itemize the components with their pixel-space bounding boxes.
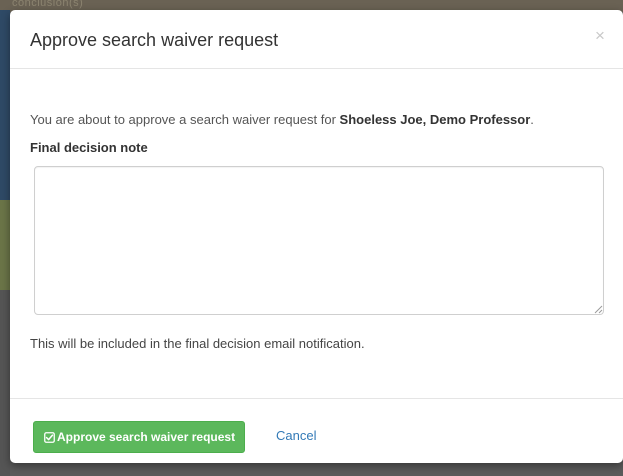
- modal-header: Approve search waiver request ×: [10, 10, 623, 69]
- requester-name: Shoeless Joe, Demo Professor: [339, 112, 531, 127]
- approve-button-label: Approve search waiver request: [57, 430, 236, 444]
- close-icon[interactable]: ×: [591, 27, 609, 45]
- background-panel-blue: [0, 10, 10, 200]
- modal-footer: Approve search waiver request Cancel: [10, 398, 623, 463]
- modal-title: Approve search waiver request: [30, 30, 279, 50]
- intro-prefix: You are about to approve a search waiver…: [30, 112, 340, 127]
- background-panel-gray: [0, 290, 10, 476]
- help-text: This will be included in the final decis…: [30, 336, 365, 351]
- intro-text: You are about to approve a search waiver…: [30, 112, 534, 127]
- modal-body: You are about to approve a search waiver…: [10, 69, 623, 398]
- background-panel-green: [0, 200, 10, 290]
- background-header-text: conclusion(s): [12, 0, 84, 9]
- approve-button[interactable]: Approve search waiver request: [33, 421, 246, 453]
- final-decision-note-label: Final decision note: [30, 140, 148, 155]
- resize-grip-icon[interactable]: [594, 305, 603, 314]
- approve-waiver-modal: Approve search waiver request × You are …: [10, 10, 623, 463]
- final-decision-note-textarea[interactable]: [34, 166, 604, 315]
- check-square-icon: [44, 431, 55, 443]
- intro-suffix: .: [530, 112, 534, 127]
- cancel-link[interactable]: Cancel: [276, 428, 316, 443]
